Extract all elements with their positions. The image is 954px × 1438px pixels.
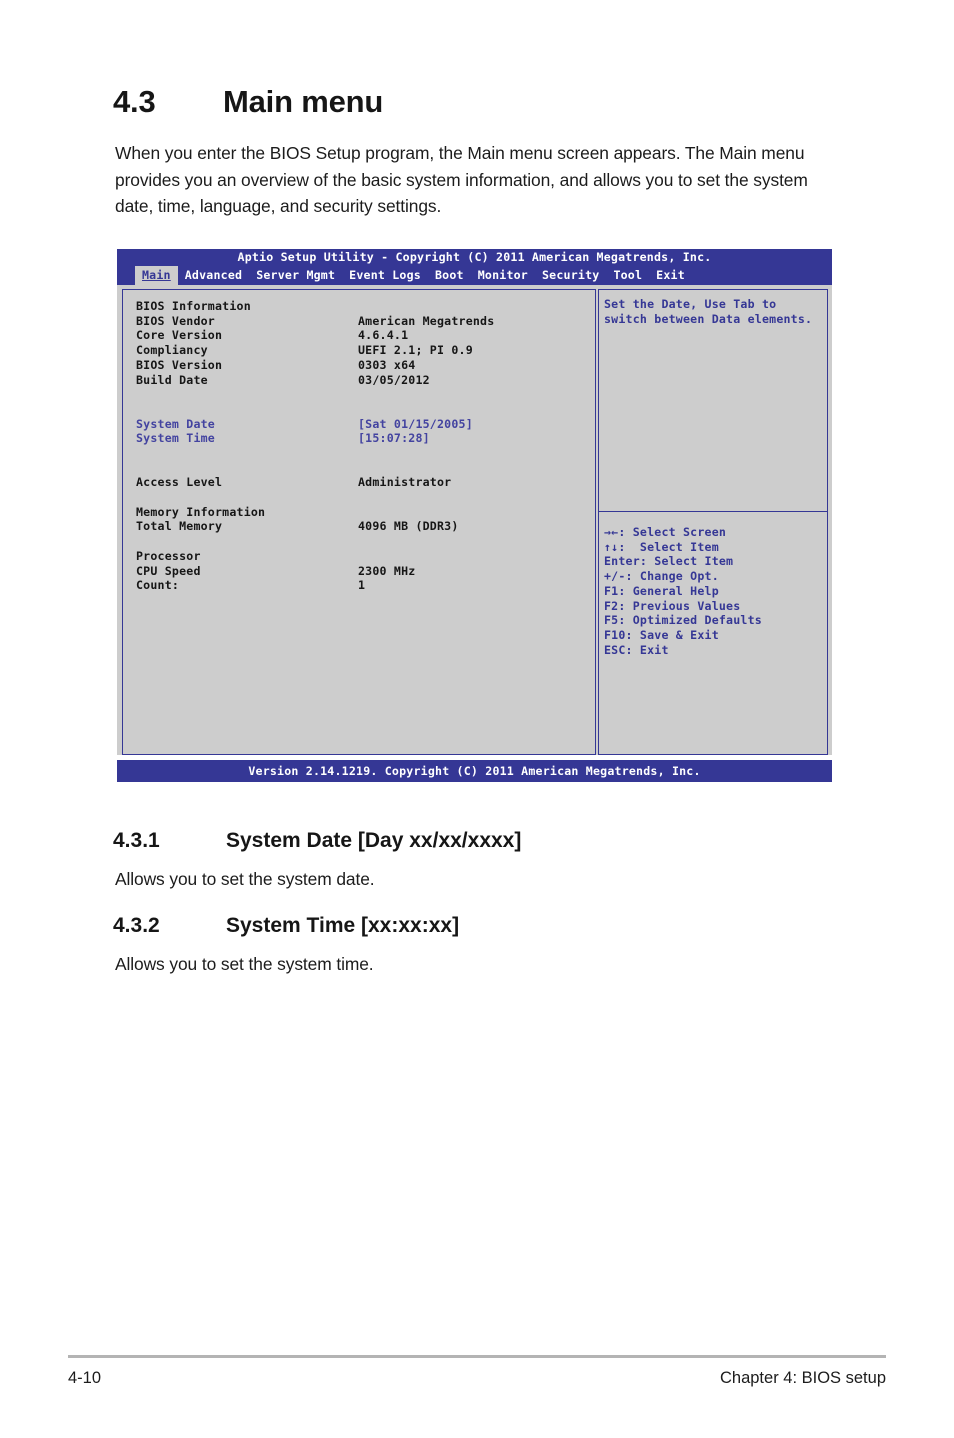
bios-side-pane: Set the Date, Use Tab to switch between … (598, 289, 828, 755)
bios-row-value: American Megatrends (358, 313, 495, 328)
subsection-title: System Date [Day xx/xx/xxxx] (226, 829, 522, 852)
bios-row-spacer (136, 387, 595, 402)
subsection-number: 4.3.1 (113, 829, 160, 852)
key-legend-change-opt: +/-: Change Opt. (604, 569, 719, 584)
bios-row-label: Access Level (136, 475, 223, 490)
bios-row: Access Level Administrator (136, 475, 595, 490)
bios-row-label: BIOS Information (136, 299, 251, 313)
subsection-paragraph-4-3-1: Allows you to set the system date. (115, 869, 375, 889)
bios-row: Count: 1 (136, 578, 595, 593)
bios-row-label: System Date (136, 416, 215, 431)
bios-row-value[interactable]: [Sat 01/15/2005] (358, 417, 473, 432)
bios-version-bar: Version 2.14.1219. Copyright (C) 2011 Am… (117, 760, 832, 782)
bios-row: Compliancy UEFI 2.1; PI 0.9 (136, 343, 595, 358)
document-page: 4.3 Main menu When you enter the BIOS Se… (0, 0, 954, 1438)
subsection-title: System Time [xx:xx:xx] (226, 914, 460, 937)
section-heading-4-3: 4.3 Main menu (113, 84, 383, 120)
chapter-label: Chapter 4: BIOS setup (719, 1369, 886, 1387)
bios-row-spacer (136, 402, 595, 417)
tab-security[interactable]: Security (535, 266, 606, 285)
section-heading-4-3-2: 4.3.2 System Time [xx:xx:xx] (113, 914, 459, 938)
section-heading-4-3-1: 4.3.1 System Date [Day xx/xx/xxxx] (113, 829, 521, 853)
tab-exit[interactable]: Exit (649, 266, 692, 285)
bios-row-label: BIOS Vendor (136, 313, 215, 328)
key-legend-esc: ESC: Exit (604, 642, 669, 657)
bios-row-spacer (136, 461, 595, 476)
bios-row: Core Version 4.6.4.1 (136, 328, 595, 343)
tab-advanced[interactable]: Advanced (178, 266, 249, 285)
bios-setup-screenshot: Aptio Setup Utility - Copyright (C) 2011… (117, 249, 832, 782)
bios-row: BIOS Vendor American Megatrends (136, 314, 595, 329)
bios-row: BIOS Information (136, 299, 595, 314)
tab-event-logs[interactable]: Event Logs (342, 266, 428, 285)
bios-row: BIOS Version 0303 x64 (136, 358, 595, 373)
bios-row-label: Total Memory (136, 519, 223, 534)
bios-row-value: 4096 MB (DDR3) (358, 519, 459, 534)
bios-row-label: Core Version (136, 328, 223, 343)
tab-main[interactable]: Main (135, 266, 178, 285)
key-legend-f2: F2: Previous Values (604, 598, 741, 613)
bios-menu-tab-bar: Main Advanced Server Mgmt Event Logs Boo… (117, 266, 832, 285)
section-title: Main menu (223, 84, 384, 119)
bios-row-label: Compliancy (136, 343, 208, 358)
key-legend-f5: F5: Optimized Defaults (604, 613, 762, 628)
bios-row-label: Count: (136, 578, 180, 593)
help-line: switch between Data elements. (604, 311, 813, 326)
bios-row: Memory Information (136, 505, 595, 520)
bios-row-label: Memory Information (136, 504, 266, 519)
bios-row-spacer (136, 490, 595, 505)
section-number: 4.3 (113, 84, 156, 119)
bios-row-spacer (136, 446, 595, 461)
key-legend-f1: F1: General Help (604, 583, 719, 598)
bios-row-spacer (136, 534, 595, 549)
key-legend-select-screen: →←: Select Screen (604, 525, 727, 539)
bios-key-legend-box: →←: Select Screen ↑↓: Select Item Enter:… (598, 512, 828, 755)
bios-row-value[interactable]: [15:07:28] (358, 431, 430, 446)
tab-server-mgmt[interactable]: Server Mgmt (249, 266, 342, 285)
bios-row-editable[interactable]: System Date [Sat 01/15/2005] (136, 417, 595, 432)
bios-row-value: 4.6.4.1 (358, 328, 409, 343)
tab-monitor[interactable]: Monitor (471, 266, 535, 285)
bios-settings-rows: BIOS Information BIOS Vendor American Mega… (136, 299, 595, 593)
page-number: 4-10 (68, 1369, 102, 1387)
bios-body: BIOS Information BIOS Vendor American Mega… (117, 285, 832, 755)
key-legend-enter: Enter: Select Item (604, 554, 734, 569)
bios-row-label: Processor (136, 548, 201, 563)
bios-row-value: UEFI 2.1; PI 0.9 (358, 343, 473, 358)
tab-boot[interactable]: Boot (428, 266, 471, 285)
tab-tool[interactable]: Tool (606, 266, 649, 285)
bios-row-value: Administrator (358, 475, 452, 490)
bios-row-value: 1 (358, 578, 366, 593)
bios-row-value: 03/05/2012 (358, 372, 430, 387)
bios-row: CPU Speed 2300 MHz (136, 564, 595, 579)
key-legend-select-item-arrows: ↑↓: Select Item (604, 539, 719, 554)
key-legend-f10: F10: Save & Exit (604, 627, 719, 642)
bios-row: Processor (136, 549, 595, 564)
bios-row-label: System Time (136, 431, 215, 446)
bios-settings-pane: BIOS Information BIOS Vendor American Mega… (122, 289, 596, 755)
section-paragraph-4-3: When you enter the BIOS Setup program, t… (115, 143, 808, 216)
subsection-number: 4.3.2 (113, 914, 160, 937)
bios-row-label: BIOS Version (136, 357, 223, 372)
bios-row-value: 0303 x64 (358, 357, 416, 372)
bios-title-bar: Aptio Setup Utility - Copyright (C) 2011… (117, 249, 832, 266)
footer-divider (68, 1355, 886, 1358)
bios-row: Build Date 03/05/2012 (136, 373, 595, 388)
bios-row: Total Memory 4096 MB (DDR3) (136, 519, 595, 534)
bios-row-editable[interactable]: System Time [15:07:28] (136, 431, 595, 446)
bios-row-value: 2300 MHz (358, 563, 416, 578)
bios-row-label: Build Date (136, 372, 208, 387)
help-line: Set the Date, Use Tab to (604, 297, 777, 311)
bios-help-box: Set the Date, Use Tab to switch between … (598, 289, 828, 512)
bios-row-label: CPU Speed (136, 563, 201, 578)
subsection-paragraph-4-3-2: Allows you to set the system time. (115, 954, 374, 974)
